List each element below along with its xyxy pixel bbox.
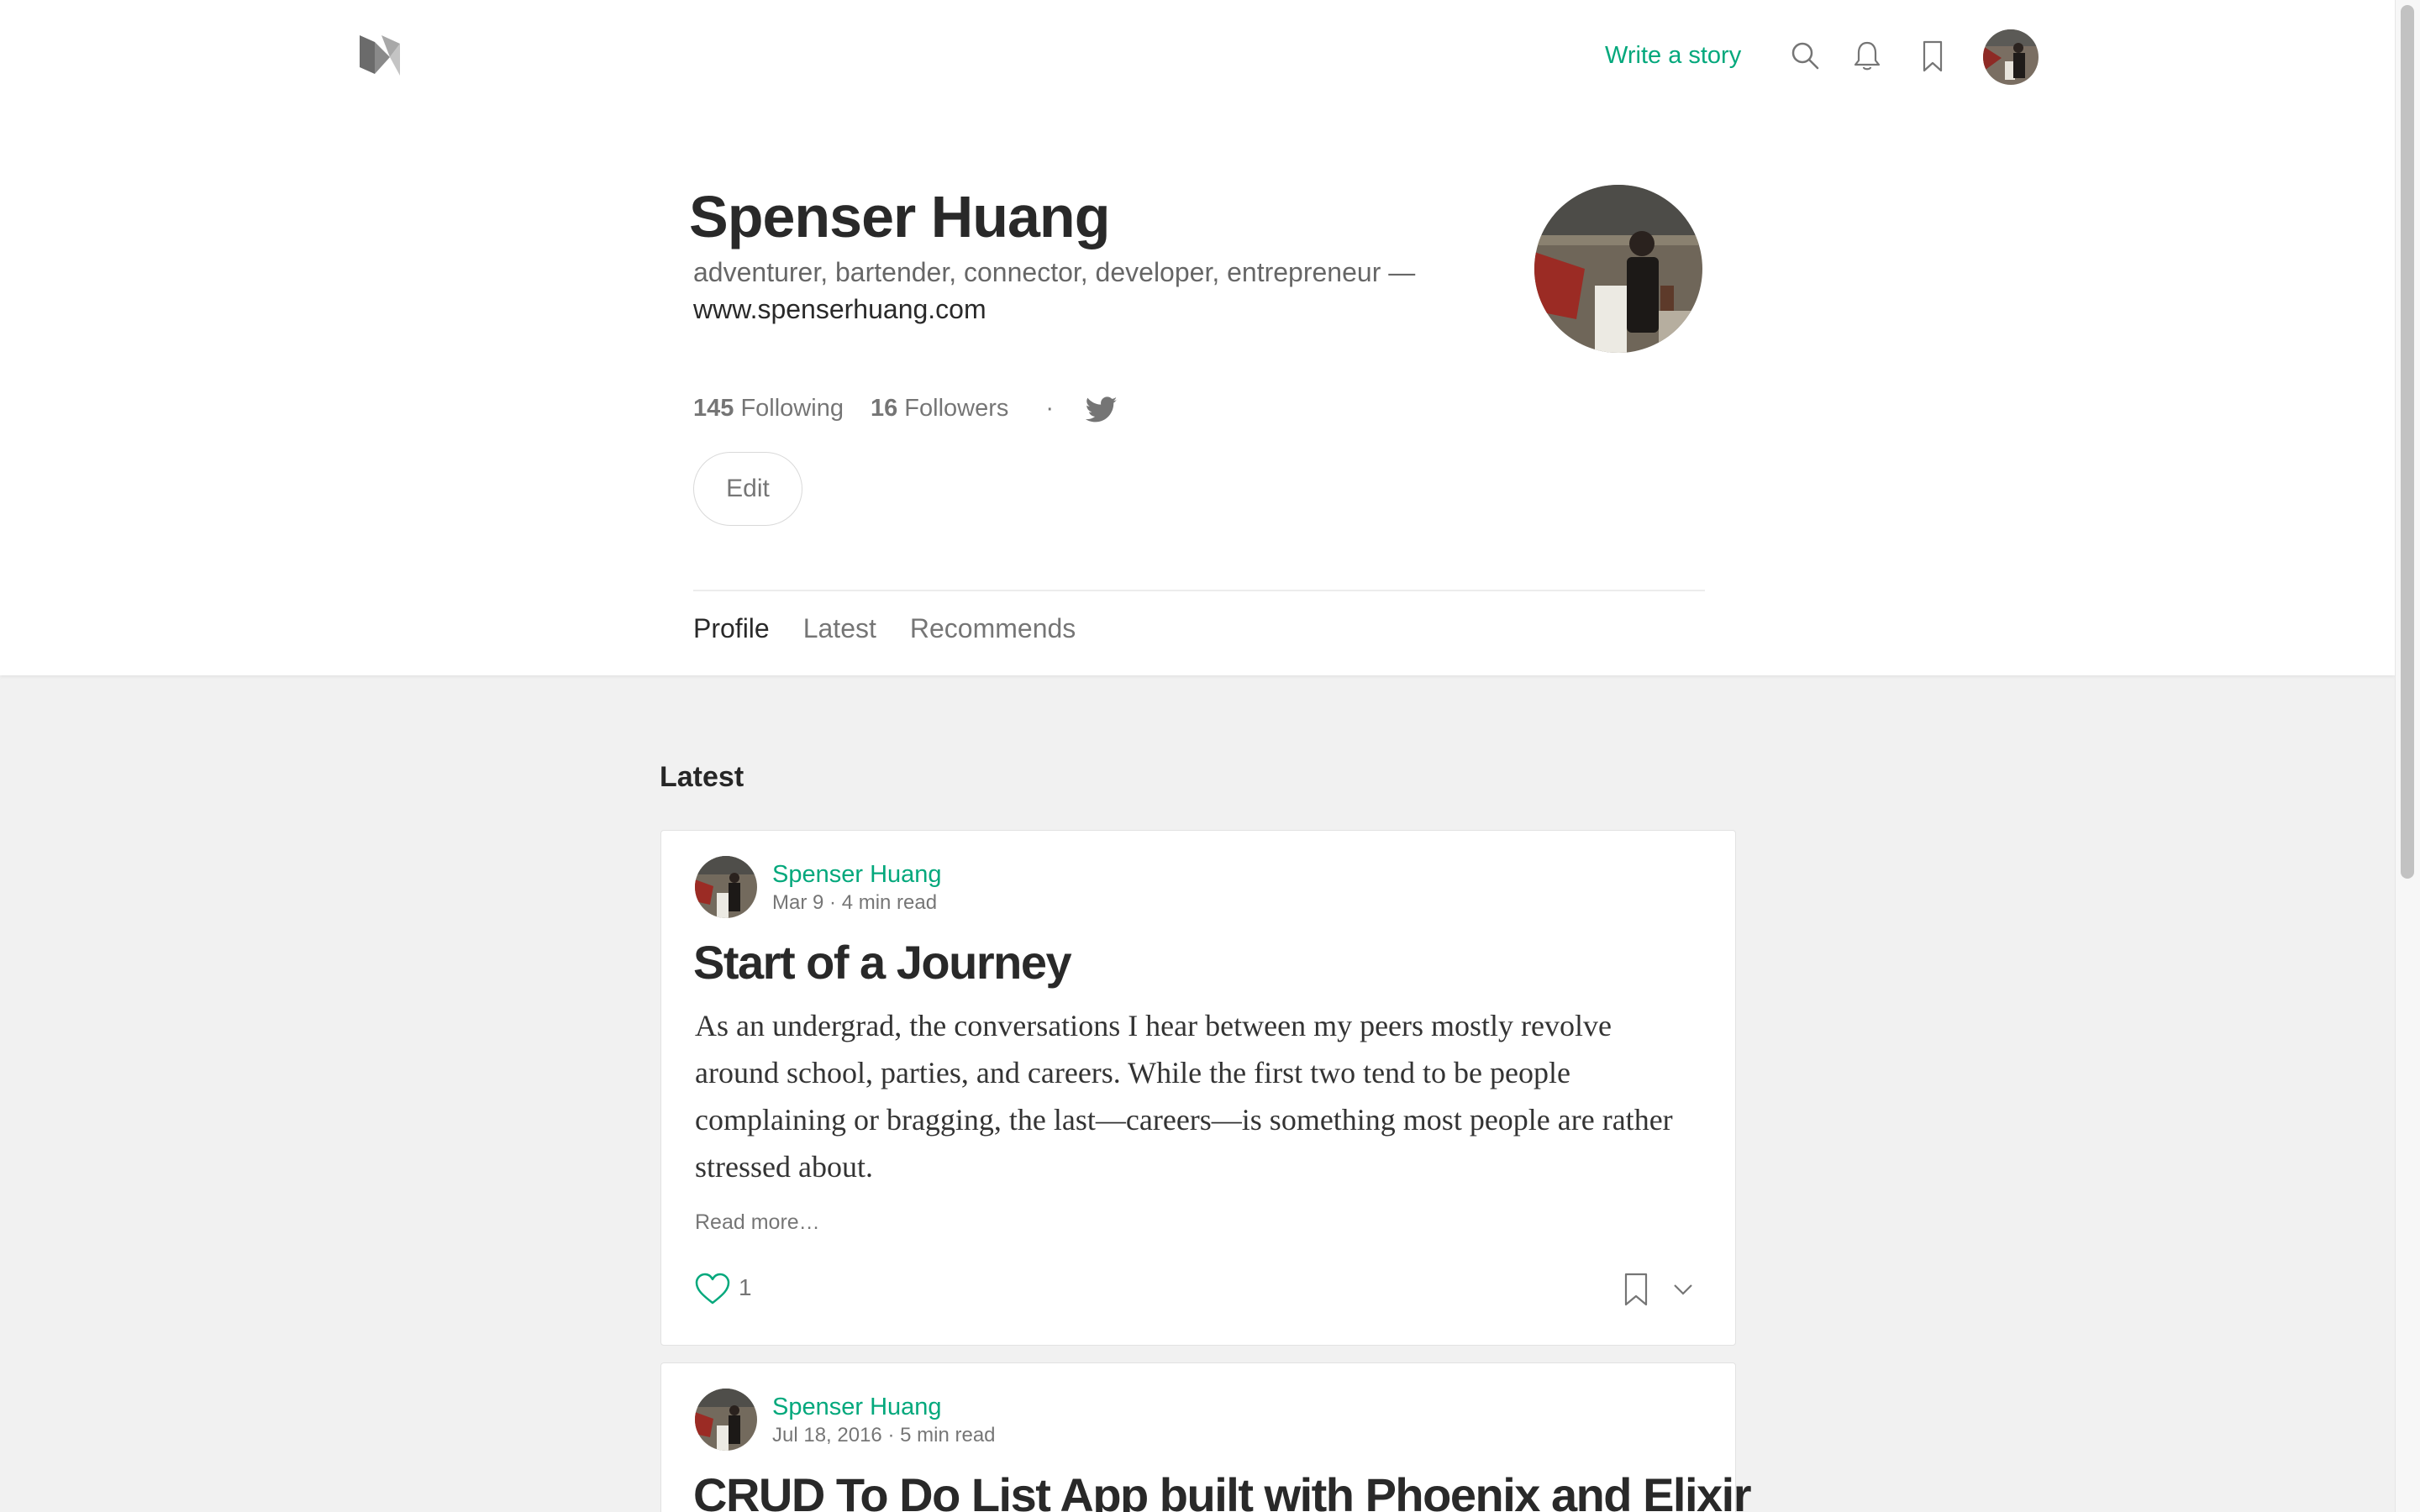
separator-dot: · bbox=[1045, 394, 1055, 422]
post-meta: Mar 9 · 4 min read bbox=[772, 891, 937, 915]
post-card: Spenser Huang Mar 9 · 4 min read Start o… bbox=[660, 830, 1736, 1346]
profile-bio: adventurer, bartender, connector, develo… bbox=[693, 254, 1449, 328]
post-date[interactable]: Mar 9 bbox=[772, 891, 823, 914]
latest-section-title: Latest bbox=[660, 761, 744, 793]
post-author-link[interactable]: Spenser Huang bbox=[772, 1394, 942, 1421]
post-card: Spenser Huang Jul 18, 2016 · 5 min read … bbox=[660, 1362, 1752, 1512]
user-avatar[interactable] bbox=[1983, 29, 2039, 85]
post-excerpt[interactable]: As an undergrad, the conversations I hea… bbox=[695, 1002, 1695, 1190]
twitter-icon[interactable] bbox=[1086, 396, 1118, 424]
profile-bio-text: adventurer, bartender, connector, develo… bbox=[693, 257, 1416, 287]
profile-stats: 145 Following 16 Followers · bbox=[693, 391, 1118, 425]
chevron-down-icon[interactable] bbox=[1670, 1276, 1697, 1303]
profile-header-region bbox=[0, 0, 2395, 675]
bookmark-icon[interactable] bbox=[1914, 37, 1951, 74]
tab-latest[interactable]: Latest bbox=[803, 613, 876, 650]
author-avatar[interactable] bbox=[695, 856, 757, 918]
profile-tabs: Profile Latest Recommends bbox=[693, 613, 1076, 650]
profile-avatar bbox=[1534, 185, 1702, 353]
post-title[interactable]: CRUD To Do List App built with Phoenix a… bbox=[693, 1467, 1752, 1512]
profile-website-link[interactable]: www.spenserhuang.com bbox=[693, 294, 986, 324]
meta-separator: · bbox=[887, 1424, 895, 1446]
tab-profile[interactable]: Profile bbox=[693, 613, 770, 650]
tab-recommends[interactable]: Recommends bbox=[910, 613, 1076, 650]
edit-profile-button[interactable]: Edit bbox=[693, 452, 802, 526]
search-icon[interactable] bbox=[1786, 37, 1823, 74]
like-count: 1 bbox=[739, 1274, 752, 1300]
scrollbar-thumb[interactable] bbox=[2401, 5, 2414, 879]
read-time: 5 min read bbox=[900, 1424, 996, 1446]
bell-icon[interactable] bbox=[1849, 37, 1886, 74]
profile-name: Spenser Huang bbox=[689, 184, 1110, 249]
post-date[interactable]: Jul 18, 2016 bbox=[772, 1424, 882, 1446]
read-more-link[interactable]: Read more… bbox=[695, 1210, 820, 1235]
bookmark-icon[interactable] bbox=[1621, 1271, 1651, 1308]
read-time: 4 min read bbox=[841, 891, 938, 914]
followers-link[interactable]: 16 Followers bbox=[871, 395, 1008, 423]
tabs-divider bbox=[693, 590, 1705, 591]
meta-separator: · bbox=[829, 891, 837, 914]
post-meta: Jul 18, 2016 · 5 min read bbox=[772, 1424, 996, 1447]
following-link[interactable]: 145 Following bbox=[693, 395, 844, 423]
heart-icon[interactable] bbox=[693, 1271, 732, 1306]
medium-logo-icon[interactable] bbox=[356, 32, 413, 76]
post-title[interactable]: Start of a Journey bbox=[693, 935, 1072, 990]
profile-page: Write a story Spenser Huang adventurer, … bbox=[0, 0, 2420, 1512]
post-author-link[interactable]: Spenser Huang bbox=[772, 861, 942, 889]
write-story-link[interactable]: Write a story bbox=[1605, 39, 1741, 72]
author-avatar[interactable] bbox=[695, 1389, 757, 1451]
